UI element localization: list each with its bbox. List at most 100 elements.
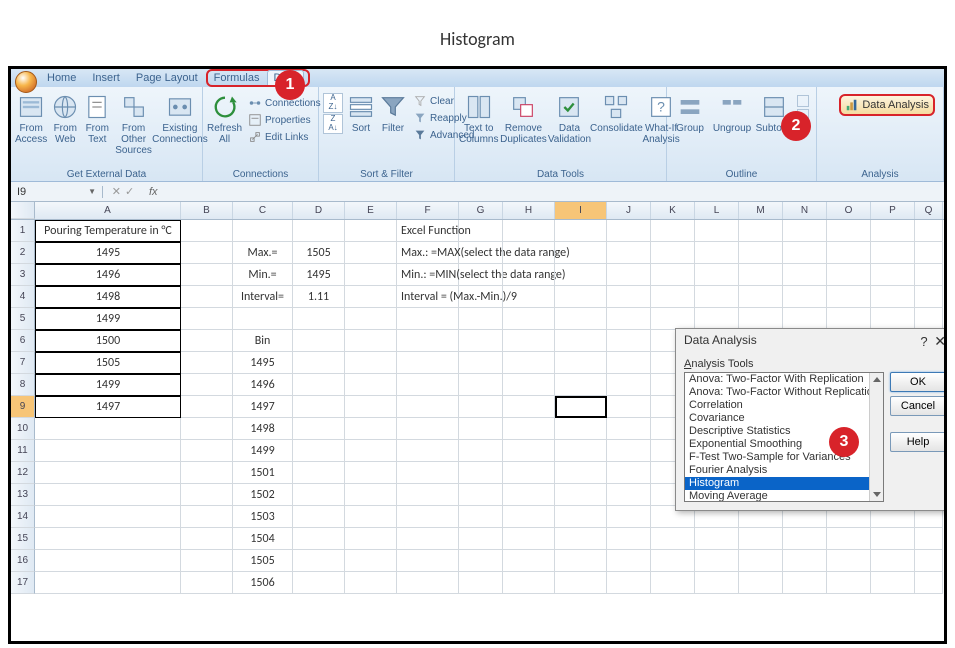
cell-G16[interactable] — [459, 550, 503, 572]
cell-H16[interactable] — [503, 550, 555, 572]
cell-I11[interactable] — [555, 440, 607, 462]
cell-F10[interactable] — [397, 418, 459, 440]
cell-Q3[interactable] — [915, 264, 943, 286]
cell-M5[interactable] — [739, 308, 783, 330]
cell-J12[interactable] — [607, 462, 651, 484]
cell-D7[interactable] — [293, 352, 345, 374]
col-F[interactable]: F — [397, 202, 459, 219]
cell-C14[interactable]: 1503 — [233, 506, 293, 528]
cell-G10[interactable] — [459, 418, 503, 440]
cell-A7[interactable]: 1505 — [35, 352, 181, 374]
cell-F7[interactable] — [397, 352, 459, 374]
cell-E14[interactable] — [345, 506, 397, 528]
cell-C7[interactable]: 1495 — [233, 352, 293, 374]
row-6[interactable]: 6 — [11, 330, 35, 352]
cell-N1[interactable] — [783, 220, 827, 242]
cell-K16[interactable] — [651, 550, 695, 572]
cell-N17[interactable] — [783, 572, 827, 594]
fx-label[interactable]: fx — [143, 186, 164, 198]
cell-N5[interactable] — [783, 308, 827, 330]
cell-H11[interactable] — [503, 440, 555, 462]
cell-B1[interactable] — [181, 220, 233, 242]
col-C[interactable]: C — [233, 202, 293, 219]
cell-E12[interactable] — [345, 462, 397, 484]
col-M[interactable]: M — [739, 202, 783, 219]
cell-F12[interactable] — [397, 462, 459, 484]
cell-I7[interactable] — [555, 352, 607, 374]
cell-A8[interactable]: 1499 — [35, 374, 181, 396]
cell-B11[interactable] — [181, 440, 233, 462]
cell-F2[interactable]: Max.: =MAX(select the data range) — [397, 242, 459, 264]
cell-K17[interactable] — [651, 572, 695, 594]
cell-M16[interactable] — [739, 550, 783, 572]
cell-F11[interactable] — [397, 440, 459, 462]
cell-A14[interactable] — [35, 506, 181, 528]
cell-A16[interactable] — [35, 550, 181, 572]
cell-D16[interactable] — [293, 550, 345, 572]
cell-G13[interactable] — [459, 484, 503, 506]
row-17[interactable]: 17 — [11, 572, 35, 594]
col-Q[interactable]: Q — [915, 202, 943, 219]
cell-C16[interactable]: 1505 — [233, 550, 293, 572]
cell-I9[interactable] — [555, 396, 607, 418]
row-13[interactable]: 13 — [11, 484, 35, 506]
cell-D11[interactable] — [293, 440, 345, 462]
cell-K15[interactable] — [651, 528, 695, 550]
cell-J8[interactable] — [607, 374, 651, 396]
cell-C12[interactable]: 1501 — [233, 462, 293, 484]
cell-J10[interactable] — [607, 418, 651, 440]
col-E[interactable]: E — [345, 202, 397, 219]
cancel-button[interactable]: Cancel — [890, 396, 946, 416]
cell-A11[interactable] — [35, 440, 181, 462]
from-access-button[interactable]: From Access — [15, 91, 47, 147]
cell-D8[interactable] — [293, 374, 345, 396]
cell-O17[interactable] — [827, 572, 871, 594]
col-B[interactable]: B — [181, 202, 233, 219]
cell-E17[interactable] — [345, 572, 397, 594]
cell-G8[interactable] — [459, 374, 503, 396]
cell-E5[interactable] — [345, 308, 397, 330]
sort-za-button[interactable]: ZA↓ — [323, 114, 343, 134]
cell-F13[interactable] — [397, 484, 459, 506]
cell-I6[interactable] — [555, 330, 607, 352]
listbox-scrollbar[interactable] — [869, 373, 883, 501]
row-15[interactable]: 15 — [11, 528, 35, 550]
filter-button[interactable]: Filter — [379, 91, 407, 136]
cell-E7[interactable] — [345, 352, 397, 374]
cell-P1[interactable] — [871, 220, 915, 242]
cell-C8[interactable]: 1496 — [233, 374, 293, 396]
cell-O5[interactable] — [827, 308, 871, 330]
cell-H15[interactable] — [503, 528, 555, 550]
group-button[interactable]: Group — [671, 91, 709, 136]
name-box-dropdown-icon[interactable]: ▼ — [88, 187, 96, 196]
cell-L17[interactable] — [695, 572, 739, 594]
cell-J11[interactable] — [607, 440, 651, 462]
cell-N3[interactable] — [783, 264, 827, 286]
cell-C4[interactable]: Interval= — [233, 286, 293, 308]
cell-D2[interactable]: 1505 — [293, 242, 345, 264]
cell-I8[interactable] — [555, 374, 607, 396]
cell-Q1[interactable] — [915, 220, 943, 242]
cell-Q15[interactable] — [915, 528, 943, 550]
cell-J13[interactable] — [607, 484, 651, 506]
list-item[interactable]: Fourier Analysis — [685, 464, 883, 477]
cell-D9[interactable] — [293, 396, 345, 418]
cell-C13[interactable]: 1502 — [233, 484, 293, 506]
cell-H3[interactable] — [503, 264, 555, 286]
cell-M3[interactable] — [739, 264, 783, 286]
cell-L2[interactable] — [695, 242, 739, 264]
cell-L16[interactable] — [695, 550, 739, 572]
cell-I14[interactable] — [555, 506, 607, 528]
list-item[interactable]: Moving Average — [685, 490, 883, 502]
cell-O4[interactable] — [827, 286, 871, 308]
name-box[interactable]: I9 ▼ — [11, 186, 103, 198]
col-G[interactable]: G — [459, 202, 503, 219]
cell-L3[interactable] — [695, 264, 739, 286]
list-item-selected[interactable]: Histogram — [685, 477, 883, 490]
row-2[interactable]: 2 — [11, 242, 35, 264]
list-item[interactable]: Anova: Two-Factor With Replication — [685, 373, 883, 386]
edit-links-button[interactable]: Edit Links — [246, 129, 323, 145]
list-item[interactable]: Covariance — [685, 412, 883, 425]
row-14[interactable]: 14 — [11, 506, 35, 528]
cell-N4[interactable] — [783, 286, 827, 308]
